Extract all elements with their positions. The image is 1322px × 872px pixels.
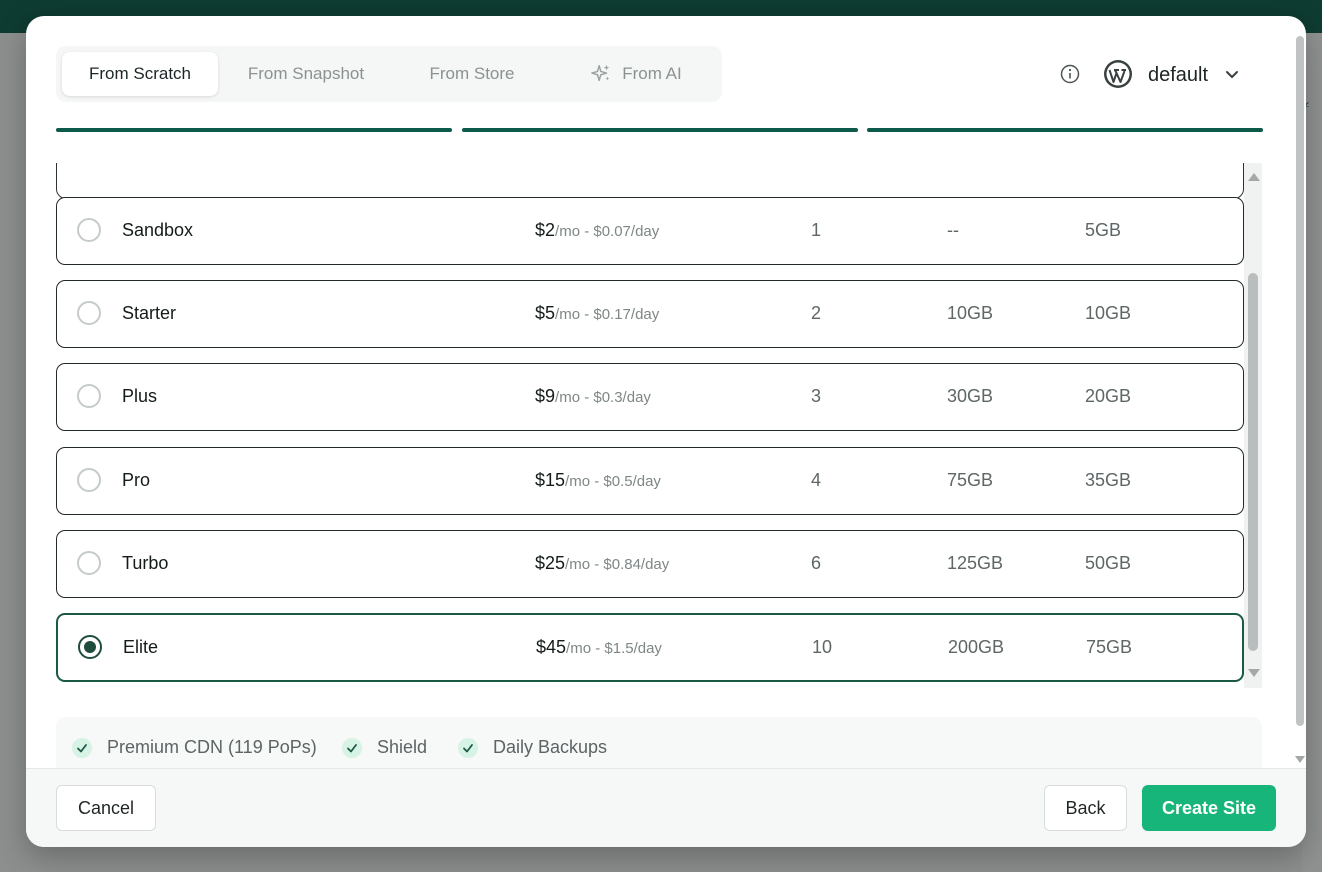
- plan-option-starter[interactable]: Starter $5/mo - $0.17/day 2 10GB 10GB: [56, 280, 1244, 348]
- tab-from-scratch[interactable]: From Scratch: [62, 52, 218, 96]
- progress-step-2: [462, 128, 858, 132]
- plan-price: $9/mo - $0.3/day: [535, 386, 651, 407]
- feature-label: Shield: [377, 737, 428, 757]
- create-site-modal: From Scratch From Snapshot From Store Fr…: [26, 16, 1306, 847]
- radio-button[interactable]: [77, 384, 101, 408]
- price-amount: $9: [535, 386, 556, 406]
- scroll-down-arrow-icon[interactable]: [1248, 669, 1260, 677]
- progress-step-3: [867, 128, 1263, 132]
- modal-footer: Cancel Back Create Site: [26, 768, 1306, 847]
- plan-storage: 200GB: [948, 637, 1005, 657]
- tab-label: From Snapshot: [247, 64, 365, 83]
- tab-label: From Store: [429, 64, 515, 83]
- feature-item: Premium CDN (119 PoPs): [72, 737, 317, 758]
- plan-bandwidth: 5GB: [1085, 220, 1122, 240]
- feature-item: Daily Backups: [458, 737, 607, 758]
- back-button[interactable]: Back: [1044, 785, 1127, 831]
- scroll-down-arrow-icon[interactable]: [1295, 756, 1305, 763]
- tab-label: From AI: [622, 64, 682, 83]
- price-amount: $15: [535, 470, 566, 490]
- scrollbar-thumb[interactable]: [1248, 273, 1258, 651]
- sparkle-icon: [591, 64, 610, 82]
- check-icon: [458, 737, 478, 758]
- plan-cpu: 2: [811, 303, 822, 323]
- plan-name: Starter: [122, 303, 177, 323]
- plan-price: $15/mo - $0.5/day: [535, 470, 661, 491]
- feature-label: Daily Backups: [493, 737, 608, 757]
- source-tabs: From Scratch From Snapshot From Store Fr…: [56, 46, 722, 102]
- plan-cpu: 4: [811, 470, 822, 490]
- plan-storage: 75GB: [947, 470, 994, 490]
- price-detail: /mo - $0.07/day: [555, 223, 660, 240]
- plan-option-sandbox[interactable]: Sandbox $2/mo - $0.07/day 1 -- 5GB: [56, 197, 1244, 265]
- list-item: [56, 163, 1244, 199]
- chevron-down-icon[interactable]: [1225, 68, 1239, 82]
- plan-name: Plus: [122, 386, 158, 406]
- plan-option-pro[interactable]: Pro $15/mo - $0.5/day 4 75GB 35GB: [56, 447, 1244, 515]
- plan-cpu: 1: [811, 220, 822, 240]
- info-icon[interactable]: [1060, 64, 1080, 84]
- wordpress-icon[interactable]: [1103, 59, 1133, 89]
- cancel-button[interactable]: Cancel: [56, 785, 156, 831]
- plan-option-elite[interactable]: Elite $45/mo - $1.5/day 10 200GB 75GB: [56, 613, 1244, 682]
- price-amount: $2: [535, 220, 556, 240]
- plan-option-turbo[interactable]: Turbo $25/mo - $0.84/day 6 125GB 50GB: [56, 530, 1244, 598]
- plan-storage: 125GB: [947, 553, 1004, 573]
- plan-cpu: 3: [811, 386, 822, 406]
- price-amount: $25: [535, 553, 566, 573]
- radio-button-selected[interactable]: [78, 635, 102, 659]
- plan-list-scrollbar[interactable]: [1244, 163, 1262, 688]
- plan-cpu: 6: [811, 553, 822, 573]
- plan-name: Turbo: [122, 553, 169, 573]
- progress-step-1: [56, 128, 452, 132]
- check-icon: [72, 737, 92, 758]
- plan-name: Sandbox: [122, 220, 194, 240]
- feature-item: Shield: [342, 737, 427, 758]
- create-site-button[interactable]: Create Site: [1142, 785, 1276, 831]
- modal-scrollbar[interactable]: [1294, 30, 1306, 770]
- plan-price: $5/mo - $0.17/day: [535, 303, 659, 324]
- profile-selector-label[interactable]: default: [1148, 64, 1208, 87]
- price-amount: $45: [536, 637, 567, 657]
- plan-cpu: 10: [812, 637, 833, 657]
- radio-button[interactable]: [77, 301, 101, 325]
- plan-storage: 10GB: [947, 303, 994, 323]
- radio-button[interactable]: [77, 468, 101, 492]
- radio-button[interactable]: [77, 218, 101, 242]
- scrollbar-thumb[interactable]: [1296, 36, 1304, 726]
- check-icon: [342, 737, 362, 758]
- scroll-up-arrow-icon[interactable]: [1248, 173, 1260, 181]
- plan-list: Sandbox $2/mo - $0.07/day 1 -- 5GB Start…: [56, 163, 1264, 688]
- price-amount: $5: [535, 303, 556, 323]
- price-detail: /mo - $0.84/day: [565, 556, 670, 573]
- plan-bandwidth: 75GB: [1086, 637, 1133, 657]
- plan-bandwidth: 20GB: [1085, 386, 1132, 406]
- price-detail: /mo - $0.17/day: [555, 306, 660, 323]
- price-detail: /mo - $1.5/day: [566, 640, 662, 657]
- plan-bandwidth: 50GB: [1085, 553, 1132, 573]
- plan-storage: 30GB: [947, 386, 994, 406]
- plan-storage: --: [947, 220, 959, 240]
- feature-label: Premium CDN (119 PoPs): [107, 737, 317, 757]
- plan-price: $45/mo - $1.5/day: [536, 637, 662, 658]
- plan-price: $25/mo - $0.84/day: [535, 553, 669, 574]
- tab-label: From Scratch: [88, 64, 192, 83]
- plan-bandwidth: 10GB: [1085, 303, 1132, 323]
- tab-from-snapshot[interactable]: From Snapshot: [224, 52, 388, 96]
- plan-option-plus[interactable]: Plus $9/mo - $0.3/day 3 30GB 20GB: [56, 363, 1244, 431]
- tab-from-store[interactable]: From Store: [396, 52, 548, 96]
- price-detail: /mo - $0.3/day: [555, 389, 651, 406]
- plan-price: $2/mo - $0.07/day: [535, 220, 659, 241]
- tab-from-ai[interactable]: From AI: [556, 52, 716, 96]
- plan-name: Pro: [122, 470, 151, 490]
- radio-button[interactable]: [77, 551, 101, 575]
- price-detail: /mo - $0.5/day: [565, 473, 661, 490]
- plan-name: Elite: [123, 637, 159, 657]
- plan-bandwidth: 35GB: [1085, 470, 1132, 490]
